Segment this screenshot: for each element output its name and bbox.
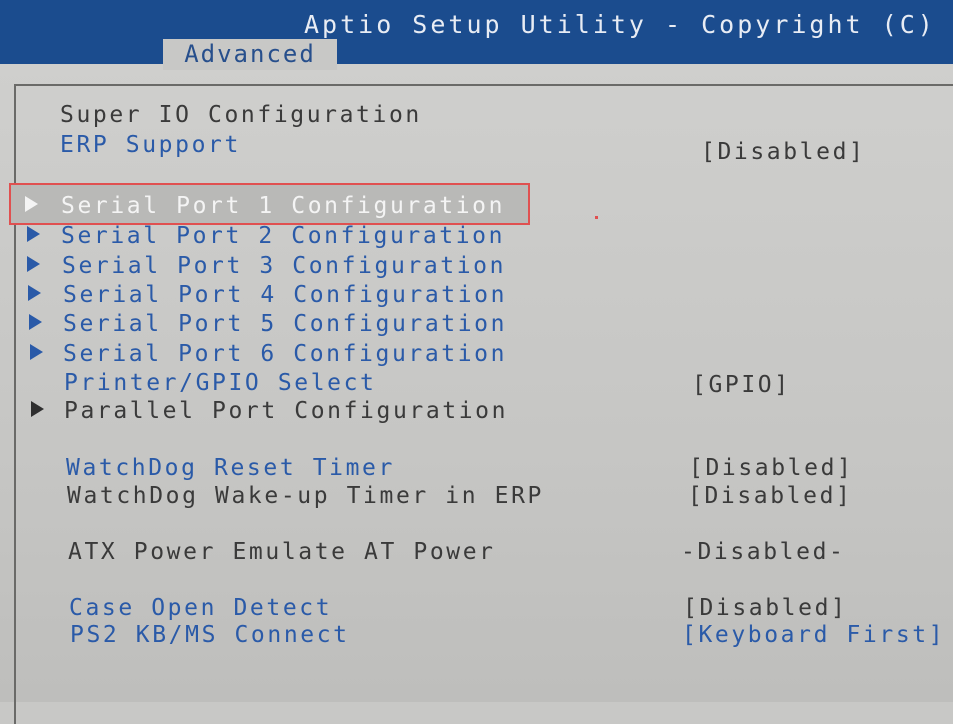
atx-power-label: ATX Power Emulate AT Power [68, 539, 496, 565]
submenu-arrow-icon [30, 344, 43, 360]
case-open-label: Case Open Detect [69, 595, 333, 621]
serial-port-3-label: Serial Port 3 Configuration [62, 253, 507, 279]
super-io-config-label: Super IO Configuration [60, 102, 422, 128]
serial-port-5-row[interactable]: Serial Port 5 Configuration [0, 310, 560, 338]
submenu-arrow-icon [28, 285, 41, 301]
parallel-port-label: Parallel Port Configuration [64, 398, 509, 424]
erp-support-row[interactable]: ERP Support [Disabled] [0, 131, 953, 165]
watchdog-wakeup-value: [Disabled] [688, 483, 853, 509]
watchdog-wakeup-row: WatchDog Wake-up Timer in ERP [Disabled] [0, 482, 953, 510]
parallel-port-row[interactable]: Parallel Port Configuration [0, 397, 560, 425]
watchdog-reset-label: WatchDog Reset Timer [66, 455, 395, 481]
submenu-arrow-icon [25, 196, 38, 212]
submenu-arrow-icon [27, 256, 40, 272]
atx-power-value: -Disabled- [681, 539, 846, 565]
printer-gpio-row[interactable]: Printer/GPIO Select [GPIO] [0, 369, 953, 399]
ps2-connect-value[interactable]: [Keyboard First] [682, 621, 945, 649]
ps2-connect-row[interactable]: PS2 KB/MS Connect [Keyboard First] [0, 621, 953, 649]
serial-port-1-label: Serial Port 1 Configuration [61, 193, 506, 219]
ps2-connect-label: PS2 KB/MS Connect [70, 622, 350, 648]
serial-port-3-row[interactable]: Serial Port 3 Configuration [0, 252, 560, 280]
watchdog-reset-row[interactable]: WatchDog Reset Timer [Disabled] [0, 454, 953, 482]
serial-port-4-label: Serial Port 4 Configuration [63, 282, 508, 308]
erp-support-value[interactable]: [Disabled] [701, 138, 865, 166]
serial-port-2-row[interactable]: Serial Port 2 Configuration [0, 222, 560, 250]
watchdog-reset-value[interactable]: [Disabled] [689, 454, 853, 482]
title-bar: Aptio Setup Utility - Copyright (C) 20 [0, 0, 953, 64]
printer-gpio-label: Printer/GPIO Select [64, 370, 377, 396]
submenu-arrow-icon [29, 314, 42, 330]
erp-support-label: ERP Support [60, 132, 241, 158]
tab-advanced[interactable]: Advanced [163, 39, 337, 70]
case-open-row[interactable]: Case Open Detect [Disabled] [0, 594, 953, 622]
serial-port-5-label: Serial Port 5 Configuration [63, 311, 508, 337]
serial-port-6-row[interactable]: Serial Port 6 Configuration [0, 340, 560, 368]
submenu-arrow-icon [31, 401, 44, 417]
case-open-value[interactable]: [Disabled] [683, 594, 847, 622]
printer-gpio-value[interactable]: [GPIO] [692, 371, 791, 399]
submenu-arrow-icon [27, 226, 40, 242]
serial-port-6-label: Serial Port 6 Configuration [63, 341, 508, 367]
watchdog-wakeup-label: WatchDog Wake-up Timer in ERP [67, 483, 544, 509]
utility-title: Aptio Setup Utility - Copyright (C) 20 [304, 10, 953, 39]
serial-port-2-label: Serial Port 2 Configuration [61, 223, 506, 249]
atx-power-row: ATX Power Emulate AT Power -Disabled- [0, 538, 953, 566]
serial-port-1-row[interactable]: Serial Port 1 Configuration [0, 192, 560, 220]
serial-port-4-row[interactable]: Serial Port 4 Configuration [0, 281, 560, 309]
marker-dot [595, 216, 598, 219]
